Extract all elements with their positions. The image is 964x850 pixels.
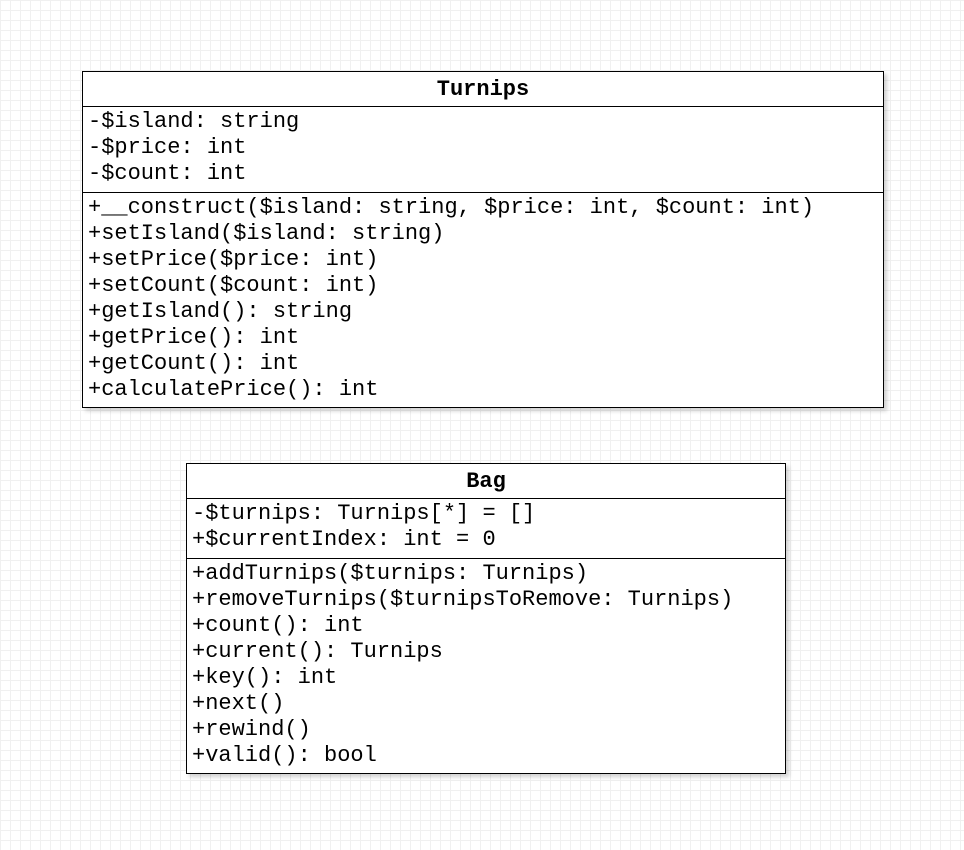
method: +removeTurnips($turnipsToRemove: Turnips… bbox=[192, 587, 734, 612]
class-name: Bag bbox=[187, 464, 785, 499]
attributes-section: -$island: string -$price: int -$count: i… bbox=[83, 107, 883, 193]
attributes-section: -$turnips: Turnips[*] = [] +$currentInde… bbox=[187, 499, 785, 559]
method: +setIsland($island: string) bbox=[88, 221, 445, 246]
attribute: -$turnips: Turnips[*] = [] bbox=[192, 501, 536, 526]
method: +rewind() bbox=[192, 717, 311, 742]
uml-class-turnips[interactable]: Turnips -$island: string -$price: int -$… bbox=[82, 71, 884, 408]
method: +addTurnips($turnips: Turnips) bbox=[192, 561, 589, 586]
method: +valid(): bool bbox=[192, 743, 377, 768]
attribute: -$count: int bbox=[88, 161, 247, 186]
method: +setPrice($price: int) bbox=[88, 247, 379, 272]
method: +calculatePrice(): int bbox=[88, 377, 379, 402]
method: +setCount($count: int) bbox=[88, 273, 379, 298]
method: +count(): int bbox=[192, 613, 364, 638]
methods-section: +__construct($island: string, $price: in… bbox=[83, 193, 883, 403]
method: +getPrice(): int bbox=[88, 325, 300, 350]
method: +next() bbox=[192, 691, 285, 716]
attribute: -$price: int bbox=[88, 135, 247, 160]
uml-class-bag[interactable]: Bag -$turnips: Turnips[*] = [] +$current… bbox=[186, 463, 786, 774]
method: +__construct($island: string, $price: in… bbox=[88, 195, 815, 220]
method: +getIsland(): string bbox=[88, 299, 353, 324]
method: +key(): int bbox=[192, 665, 338, 690]
methods-section: +addTurnips($turnips: Turnips) +removeTu… bbox=[187, 559, 785, 769]
attribute: -$island: string bbox=[88, 109, 300, 134]
method: +current(): Turnips bbox=[192, 639, 443, 664]
attribute: +$currentIndex: int = 0 bbox=[192, 527, 496, 552]
method: +getCount(): int bbox=[88, 351, 300, 376]
class-name: Turnips bbox=[83, 72, 883, 107]
